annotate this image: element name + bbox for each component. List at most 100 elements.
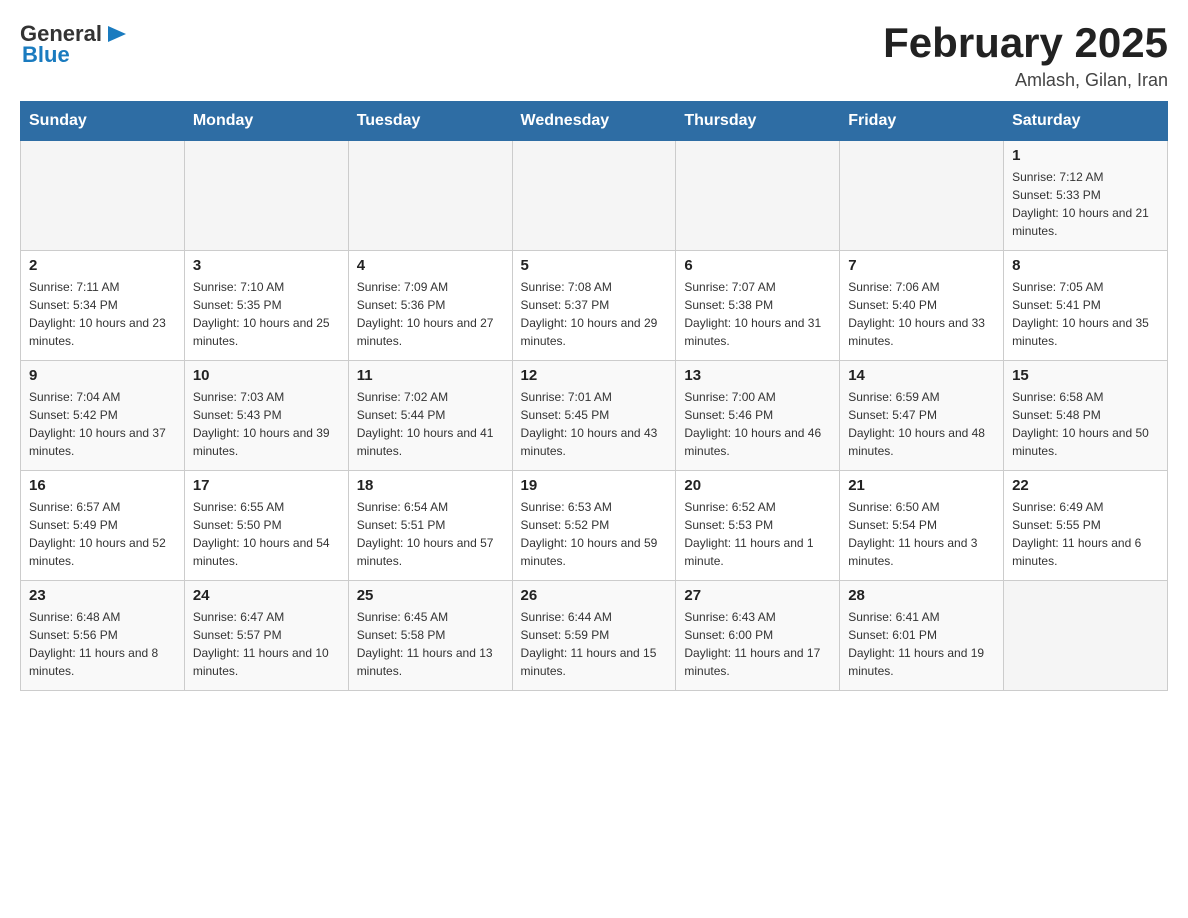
location-title: Amlash, Gilan, Iran xyxy=(883,70,1168,91)
calendar-header-thursday: Thursday xyxy=(676,102,840,141)
calendar-header-wednesday: Wednesday xyxy=(512,102,676,141)
calendar-day-cell: 7 Sunrise: 7:06 AMSunset: 5:40 PMDaylight… xyxy=(840,251,1004,361)
month-title: February 2025 xyxy=(883,20,1168,66)
day-info: Sunrise: 7:02 AMSunset: 5:44 PMDaylight:… xyxy=(357,388,504,460)
day-number: 11 xyxy=(357,367,504,384)
day-number: 24 xyxy=(193,587,340,604)
calendar-day-cell: 12 Sunrise: 7:01 AMSunset: 5:45 PMDayligh… xyxy=(512,361,676,471)
calendar-day-cell: 15 Sunrise: 6:58 AMSunset: 5:48 PMDayligh… xyxy=(1004,361,1168,471)
day-number: 4 xyxy=(357,257,504,274)
calendar-header-saturday: Saturday xyxy=(1004,102,1168,141)
calendar-day-cell: 24 Sunrise: 6:47 AMSunset: 5:57 PMDayligh… xyxy=(184,581,348,691)
page-header: General Blue February 2025 Amlash, Gilan… xyxy=(20,20,1168,91)
day-info: Sunrise: 6:45 AMSunset: 5:58 PMDaylight:… xyxy=(357,608,504,680)
day-info: Sunrise: 6:47 AMSunset: 5:57 PMDaylight:… xyxy=(193,608,340,680)
day-number: 10 xyxy=(193,367,340,384)
day-info: Sunrise: 7:07 AMSunset: 5:38 PMDaylight:… xyxy=(684,278,831,350)
logo-arrow-icon xyxy=(104,20,132,48)
calendar-day-cell xyxy=(348,141,512,251)
day-info: Sunrise: 7:09 AMSunset: 5:36 PMDaylight:… xyxy=(357,278,504,350)
calendar-day-cell: 28 Sunrise: 6:41 AMSunset: 6:01 PMDayligh… xyxy=(840,581,1004,691)
day-number: 28 xyxy=(848,587,995,604)
day-number: 21 xyxy=(848,477,995,494)
calendar-header-monday: Monday xyxy=(184,102,348,141)
day-number: 5 xyxy=(521,257,668,274)
day-info: Sunrise: 6:58 AMSunset: 5:48 PMDaylight:… xyxy=(1012,388,1159,460)
day-number: 22 xyxy=(1012,477,1159,494)
day-info: Sunrise: 6:44 AMSunset: 5:59 PMDaylight:… xyxy=(521,608,668,680)
calendar-day-cell: 25 Sunrise: 6:45 AMSunset: 5:58 PMDayligh… xyxy=(348,581,512,691)
calendar-week-row: 23 Sunrise: 6:48 AMSunset: 5:56 PMDayligh… xyxy=(21,581,1168,691)
day-number: 16 xyxy=(29,477,176,494)
day-info: Sunrise: 6:59 AMSunset: 5:47 PMDaylight:… xyxy=(848,388,995,460)
calendar-table: SundayMondayTuesdayWednesdayThursdayFrid… xyxy=(20,101,1168,691)
day-info: Sunrise: 7:05 AMSunset: 5:41 PMDaylight:… xyxy=(1012,278,1159,350)
day-info: Sunrise: 6:57 AMSunset: 5:49 PMDaylight:… xyxy=(29,498,176,570)
calendar-day-cell: 20 Sunrise: 6:52 AMSunset: 5:53 PMDayligh… xyxy=(676,471,840,581)
day-number: 15 xyxy=(1012,367,1159,384)
calendar-week-row: 1 Sunrise: 7:12 AMSunset: 5:33 PMDaylight… xyxy=(21,141,1168,251)
day-number: 3 xyxy=(193,257,340,274)
day-number: 9 xyxy=(29,367,176,384)
day-number: 7 xyxy=(848,257,995,274)
day-number: 12 xyxy=(521,367,668,384)
day-info: Sunrise: 6:48 AMSunset: 5:56 PMDaylight:… xyxy=(29,608,176,680)
calendar-day-cell: 9 Sunrise: 7:04 AMSunset: 5:42 PMDaylight… xyxy=(21,361,185,471)
day-number: 19 xyxy=(521,477,668,494)
day-number: 20 xyxy=(684,477,831,494)
day-info: Sunrise: 6:50 AMSunset: 5:54 PMDaylight:… xyxy=(848,498,995,570)
calendar-day-cell: 11 Sunrise: 7:02 AMSunset: 5:44 PMDayligh… xyxy=(348,361,512,471)
calendar-week-row: 9 Sunrise: 7:04 AMSunset: 5:42 PMDaylight… xyxy=(21,361,1168,471)
calendar-day-cell: 23 Sunrise: 6:48 AMSunset: 5:56 PMDayligh… xyxy=(21,581,185,691)
day-number: 27 xyxy=(684,587,831,604)
calendar-week-row: 2 Sunrise: 7:11 AMSunset: 5:34 PMDaylight… xyxy=(21,251,1168,361)
calendar-day-cell: 10 Sunrise: 7:03 AMSunset: 5:43 PMDayligh… xyxy=(184,361,348,471)
day-number: 1 xyxy=(1012,147,1159,164)
calendar-day-cell: 27 Sunrise: 6:43 AMSunset: 6:00 PMDayligh… xyxy=(676,581,840,691)
calendar-day-cell xyxy=(184,141,348,251)
calendar-day-cell: 13 Sunrise: 7:00 AMSunset: 5:46 PMDayligh… xyxy=(676,361,840,471)
calendar-day-cell: 8 Sunrise: 7:05 AMSunset: 5:41 PMDaylight… xyxy=(1004,251,1168,361)
calendar-day-cell: 22Sunrise: 6:49 AMSunset: 5:55 PMDayligh… xyxy=(1004,471,1168,581)
calendar-day-cell: 16 Sunrise: 6:57 AMSunset: 5:49 PMDayligh… xyxy=(21,471,185,581)
calendar-day-cell: 6 Sunrise: 7:07 AMSunset: 5:38 PMDaylight… xyxy=(676,251,840,361)
day-info: Sunrise: 6:53 AMSunset: 5:52 PMDaylight:… xyxy=(521,498,668,570)
title-block: February 2025 Amlash, Gilan, Iran xyxy=(883,20,1168,91)
calendar-day-cell: 26Sunrise: 6:44 AMSunset: 5:59 PMDayligh… xyxy=(512,581,676,691)
day-number: 23 xyxy=(29,587,176,604)
calendar-day-cell: 3 Sunrise: 7:10 AMSunset: 5:35 PMDaylight… xyxy=(184,251,348,361)
day-info: Sunrise: 6:55 AMSunset: 5:50 PMDaylight:… xyxy=(193,498,340,570)
calendar-day-cell: 2 Sunrise: 7:11 AMSunset: 5:34 PMDaylight… xyxy=(21,251,185,361)
day-info: Sunrise: 6:41 AMSunset: 6:01 PMDaylight:… xyxy=(848,608,995,680)
logo: General Blue xyxy=(20,20,132,68)
day-info: Sunrise: 6:43 AMSunset: 6:00 PMDaylight:… xyxy=(684,608,831,680)
day-info: Sunrise: 7:00 AMSunset: 5:46 PMDaylight:… xyxy=(684,388,831,460)
day-info: Sunrise: 7:10 AMSunset: 5:35 PMDaylight:… xyxy=(193,278,340,350)
day-info: Sunrise: 7:06 AMSunset: 5:40 PMDaylight:… xyxy=(848,278,995,350)
calendar-day-cell xyxy=(676,141,840,251)
calendar-day-cell: 1 Sunrise: 7:12 AMSunset: 5:33 PMDaylight… xyxy=(1004,141,1168,251)
day-number: 25 xyxy=(357,587,504,604)
day-number: 8 xyxy=(1012,257,1159,274)
calendar-header-friday: Friday xyxy=(840,102,1004,141)
calendar-day-cell: 4 Sunrise: 7:09 AMSunset: 5:36 PMDaylight… xyxy=(348,251,512,361)
calendar-day-cell xyxy=(512,141,676,251)
day-number: 14 xyxy=(848,367,995,384)
day-info: Sunrise: 7:08 AMSunset: 5:37 PMDaylight:… xyxy=(521,278,668,350)
day-number: 2 xyxy=(29,257,176,274)
calendar-header-sunday: Sunday xyxy=(21,102,185,141)
day-info: Sunrise: 7:12 AMSunset: 5:33 PMDaylight:… xyxy=(1012,168,1159,240)
logo-blue-text: Blue xyxy=(22,42,70,68)
day-info: Sunrise: 7:11 AMSunset: 5:34 PMDaylight:… xyxy=(29,278,176,350)
day-info: Sunrise: 7:01 AMSunset: 5:45 PMDaylight:… xyxy=(521,388,668,460)
day-number: 6 xyxy=(684,257,831,274)
calendar-week-row: 16 Sunrise: 6:57 AMSunset: 5:49 PMDayligh… xyxy=(21,471,1168,581)
day-info: Sunrise: 7:04 AMSunset: 5:42 PMDaylight:… xyxy=(29,388,176,460)
day-number: 17 xyxy=(193,477,340,494)
calendar-day-cell: 18Sunrise: 6:54 AMSunset: 5:51 PMDayligh… xyxy=(348,471,512,581)
day-info: Sunrise: 7:03 AMSunset: 5:43 PMDaylight:… xyxy=(193,388,340,460)
calendar-day-cell xyxy=(1004,581,1168,691)
day-number: 13 xyxy=(684,367,831,384)
day-number: 18 xyxy=(357,477,504,494)
day-info: Sunrise: 6:52 AMSunset: 5:53 PMDaylight:… xyxy=(684,498,831,570)
